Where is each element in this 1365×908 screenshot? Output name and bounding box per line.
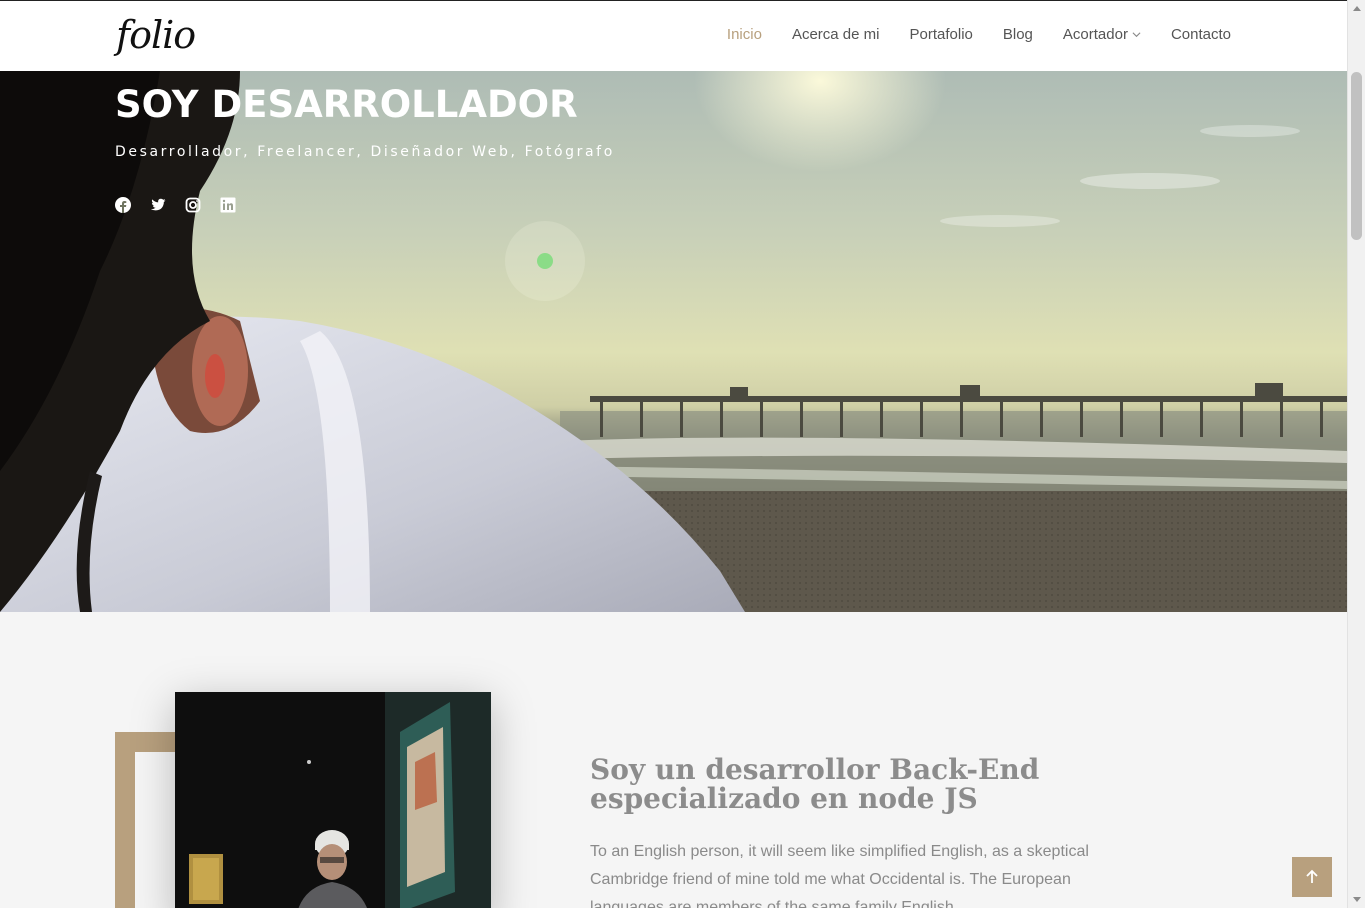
nav-item-acortador[interactable]: Acortador: [1063, 26, 1141, 43]
about-heading: Soy un desarrollor Back-End especializad…: [590, 753, 1040, 815]
nav-item-label: Blog: [1002, 26, 1033, 43]
about-photo-image: [175, 692, 491, 908]
linkedin-icon[interactable]: [220, 197, 236, 213]
hero-title: SOY DESARROLLADOR: [115, 83, 578, 126]
scrollbar-thumb[interactable]: [1351, 72, 1362, 240]
site-header: folio Inicio Acerca de mi Portafolio Blo…: [0, 0, 1347, 71]
scroll-down-arrow-icon[interactable]: [1353, 897, 1361, 902]
chevron-down-icon: [1132, 32, 1141, 38]
main-nav: Inicio Acerca de mi Portafolio Blog Acor…: [727, 26, 1231, 43]
nav-item-acerca[interactable]: Acerca de mi: [792, 26, 880, 43]
about-text: To an English person, it will seem like …: [590, 843, 1089, 908]
facebook-icon[interactable]: [115, 197, 131, 213]
site-logo[interactable]: folio: [116, 13, 196, 57]
nav-item-portafolio[interactable]: Portafolio: [910, 26, 973, 43]
social-links: [115, 197, 236, 213]
about-photo: [175, 692, 491, 908]
nav-item-blog[interactable]: Blog: [1003, 26, 1033, 43]
hero-section: SOY DESARROLLADOR Desarrollador, Freelan…: [0, 71, 1347, 612]
nav-item-label: Portafolio: [909, 26, 973, 43]
page-scrollbar[interactable]: [1347, 0, 1365, 908]
scroll-up-arrow-icon[interactable]: [1353, 6, 1361, 11]
nav-item-label: Acortador: [1062, 26, 1128, 43]
nav-item-inicio[interactable]: Inicio: [727, 26, 762, 43]
nav-item-label: Contacto: [1170, 26, 1231, 43]
twitter-icon[interactable]: [150, 197, 166, 213]
nav-item-label: Inicio: [726, 26, 762, 43]
hero-subtitle: Desarrollador, Freelancer, Diseñador Web…: [115, 144, 615, 160]
nav-item-label: Acerca de mi: [791, 26, 880, 43]
instagram-icon[interactable]: [185, 197, 201, 213]
back-to-top-button[interactable]: [1292, 857, 1332, 897]
nav-item-contacto[interactable]: Contacto: [1171, 26, 1231, 43]
arrow-up-icon: [1306, 869, 1318, 883]
